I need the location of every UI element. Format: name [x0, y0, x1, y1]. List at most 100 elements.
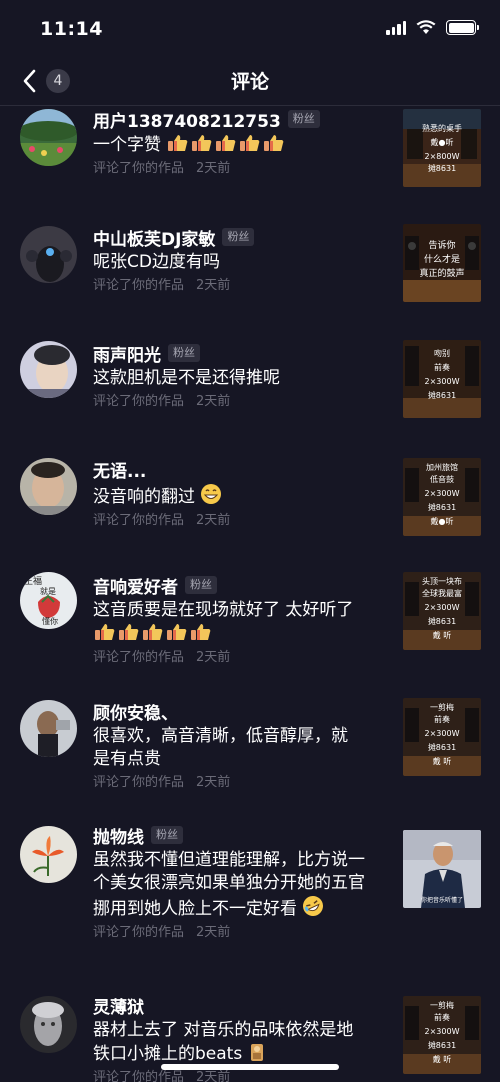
comment-text: 器材上去了 对音乐的品味依然是地铁口小摊上的beats — [93, 1020, 354, 1064]
comment-time: 2天前 — [196, 161, 231, 176]
navigation-bar: 4 评论 — [0, 56, 500, 106]
commenter-name[interactable]: 无语... — [93, 457, 146, 482]
avatar[interactable] — [20, 226, 77, 283]
rofl-emoji-icon — [302, 896, 324, 919]
svg-text:加州旅馆: 加州旅馆 — [426, 462, 458, 472]
video-thumbnail[interactable]: 熟悉的桌手 戴●听 2×800W 摊8631 — [403, 109, 481, 187]
comment-meta: 评论了你的作品 2天前 — [93, 775, 231, 790]
svg-text:摊8631: 摊8631 — [428, 390, 456, 400]
svg-text:告诉你: 告诉你 — [428, 239, 455, 251]
comment-item[interactable]: 王福 就是懂你 音响爱好者 粉丝 这音质要是在现场就好了 太好听了 评论了你的作品 2… — [0, 572, 500, 698]
figure-emoji-icon — [248, 1044, 266, 1064]
video-thumbnail[interactable]: 一剪梅 前奏 2×300W 摊8631 戴 听 — [403, 698, 481, 776]
fan-tag: 粉丝 — [185, 576, 217, 594]
comment-text: 这音质要是在现场就好了 太好听了 — [93, 599, 363, 646]
svg-text:头顶一块布: 头顶一块布 — [422, 576, 462, 586]
commenter-name[interactable]: 用户1387408212753 — [93, 107, 281, 132]
svg-text:低音鼓: 低音鼓 — [430, 474, 454, 484]
comment-text: 一个字赞 — [93, 133, 383, 157]
avatar[interactable] — [20, 826, 77, 883]
avatar[interactable] — [20, 996, 77, 1053]
comment-meta: 评论了你的作品 2天前 — [93, 925, 231, 940]
avatar[interactable] — [20, 458, 77, 515]
home-indicator[interactable] — [161, 1064, 339, 1070]
commenter-name[interactable]: 中山板芙DJ家敏 — [93, 225, 215, 250]
video-thumbnail[interactable]: 你把音乐听懂了 — [403, 830, 481, 908]
comment-item[interactable]: 无语... 没音响的翻过 评论了你的作品 2天前 加州旅馆 低音鼓 2×300W 摊86… — [0, 456, 500, 572]
svg-text:吻别: 吻别 — [434, 348, 450, 358]
comment-time: 2天前 — [196, 513, 231, 528]
svg-text:一剪梅: 一剪梅 — [430, 702, 454, 712]
comment-time: 2天前 — [196, 925, 231, 940]
svg-text:就是: 就是 — [40, 586, 56, 596]
comment-meta: 评论了你的作品 2天前 — [93, 278, 231, 293]
svg-text:2×300W: 2×300W — [425, 603, 460, 612]
video-thumbnail[interactable]: 一剪梅 前奏 2×300W 摊8631 戴 听 — [403, 996, 481, 1074]
status-time: 11:14 — [40, 18, 103, 40]
commenter-name[interactable]: 灵薄狱 — [93, 993, 144, 1018]
comment-item[interactable]: 抛物线 粉丝 虽然我不懂但道理能理解，比方说一个美女很漂亮如果单独分开她的五官挪用… — [0, 822, 500, 992]
svg-text:戴 听: 戴 听 — [433, 630, 452, 640]
grinning-emoji-icon — [200, 484, 222, 507]
comment-meta: 评论了你的作品 2天前 — [93, 650, 231, 665]
avatar[interactable] — [20, 341, 77, 398]
svg-text:你把音乐听懂了: 你把音乐听懂了 — [421, 896, 463, 904]
video-thumbnail[interactable]: 加州旅馆 低音鼓 2×300W 摊8631 戴●听 — [403, 458, 481, 536]
video-thumbnail[interactable]: 头顶一块布全球我最富 2×300W 摊8631 戴 听 — [403, 572, 481, 650]
svg-text:前奏: 前奏 — [434, 714, 450, 724]
commenter-name[interactable]: 顾你安稳、 — [93, 699, 178, 724]
commenter-name[interactable]: 音响爱好者 — [93, 573, 178, 598]
video-thumbnail[interactable]: 吻别 前奏 2×300W 摊8631 — [403, 340, 481, 418]
cellular-signal-icon — [386, 20, 406, 35]
avatar[interactable] — [20, 700, 77, 757]
svg-text:摊8631: 摊8631 — [428, 163, 456, 173]
comment-meta: 评论了你的作品 2天前 — [93, 161, 231, 176]
svg-text:懂你: 懂你 — [42, 616, 58, 626]
svg-text:摊8631: 摊8631 — [428, 616, 456, 626]
svg-text:摊8631: 摊8631 — [428, 1040, 456, 1050]
fan-tag: 粉丝 — [222, 228, 255, 246]
comment-time: 2天前 — [196, 394, 231, 409]
avatar[interactable]: 王福 就是懂你 — [20, 572, 77, 629]
svg-text:戴 听: 戴 听 — [433, 756, 452, 766]
thumbs-up-emoji-icon — [166, 135, 284, 155]
svg-text:全球我最富: 全球我最富 — [422, 588, 462, 598]
comment-text: 很喜欢，高音清晰，低音醇厚，就是有点贵 — [93, 726, 348, 769]
commenter-name[interactable]: 抛物线 — [93, 823, 144, 848]
svg-text:2×300W: 2×300W — [425, 377, 460, 386]
comment-item[interactable]: 用户1387408212753 粉丝 一个字赞 评论了你的作品 2天前 熟悉的桌手戴… — [0, 106, 500, 224]
comment-meta: 评论了你的作品 2天前 — [93, 513, 231, 528]
comment-meta: 评论了你的作品 2天前 — [93, 394, 231, 409]
fan-tag: 粉丝 — [168, 344, 200, 362]
comment-time: 2天前 — [196, 1070, 231, 1082]
video-thumbnail[interactable]: 告诉你什么才是真正的鼓声 — [403, 224, 481, 302]
thumbs-up-emoji-icon — [93, 624, 211, 644]
comment-text: 没音响的翻过 — [93, 483, 383, 509]
comment-time: 2天前 — [196, 278, 231, 293]
svg-text:真正的鼓声: 真正的鼓声 — [419, 267, 464, 279]
svg-text:什么才是: 什么才是 — [424, 253, 460, 265]
comment-text: 呢张CD边度有吗 — [93, 252, 220, 272]
comment-list[interactable]: 用户1387408212753 粉丝 一个字赞 评论了你的作品 2天前 熟悉的桌手戴… — [0, 106, 500, 1082]
comment-item[interactable]: 雨声阳光 粉丝 这款胆机是不是还得推呢 评论了你的作品 2天前 吻别 前奏 2×300W… — [0, 340, 500, 456]
svg-text:戴●听: 戴●听 — [431, 516, 454, 526]
avatar[interactable] — [20, 109, 77, 166]
svg-text:一剪梅: 一剪梅 — [430, 1000, 454, 1010]
comment-item[interactable]: 顾你安稳、 很喜欢，高音清晰，低音醇厚，就是有点贵 评论了你的作品 2天前 一剪梅… — [0, 698, 500, 822]
svg-text:2×800W: 2×800W — [425, 152, 460, 161]
comment-meta: 评论了你的作品 2天前 — [93, 1069, 383, 1082]
comment-text: 虽然我不懂但道理能理解，比方说一个美女很漂亮如果单独分开她的五官挪用到她人脸上不… — [93, 850, 365, 919]
svg-text:2×300W: 2×300W — [425, 1027, 460, 1036]
comment-text: 这款胆机是不是还得推呢 — [93, 368, 280, 388]
comment-time: 2天前 — [196, 775, 231, 790]
svg-text:摊8631: 摊8631 — [428, 742, 456, 752]
battery-icon — [446, 20, 479, 35]
svg-text:王福: 王福 — [24, 575, 42, 587]
wifi-icon — [416, 20, 436, 34]
comment-time: 2天前 — [196, 650, 231, 665]
svg-text:2×300W: 2×300W — [425, 489, 460, 498]
svg-text:戴●听: 戴●听 — [431, 137, 454, 147]
comment-item[interactable]: 中山板芙DJ家敏 粉丝 呢张CD边度有吗 评论了你的作品 2天前 告诉你什么才是真正… — [0, 224, 500, 340]
fan-tag: 粉丝 — [151, 826, 183, 844]
commenter-name[interactable]: 雨声阳光 — [93, 341, 161, 366]
